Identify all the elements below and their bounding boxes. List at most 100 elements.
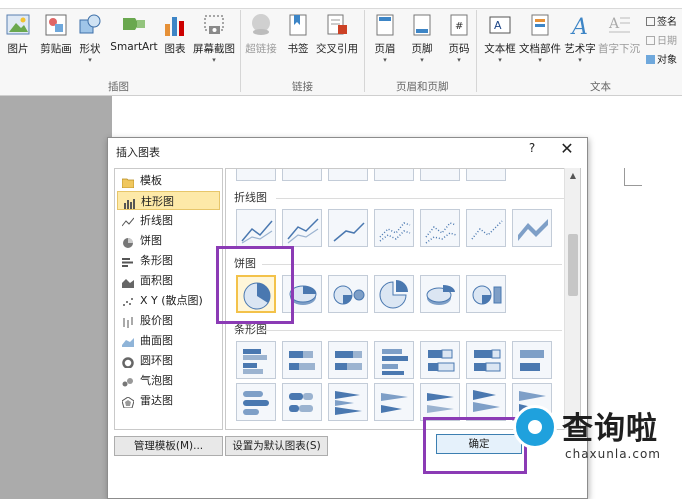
bar-3d-subtype-thumb[interactable] xyxy=(374,341,414,379)
cross-reference-button[interactable]: 交叉引用 xyxy=(315,12,359,70)
page-number-button[interactable]: # 页码 ▾ xyxy=(437,12,481,70)
ribbon-tab-strip xyxy=(0,0,682,9)
category-column[interactable]: 柱形图 xyxy=(117,191,220,210)
category-line[interactable]: 折线图 xyxy=(117,211,220,230)
scrollbar-thumb[interactable] xyxy=(568,234,578,296)
bookmark-icon xyxy=(285,12,311,38)
screenshot-icon xyxy=(201,12,227,38)
quick-parts-icon xyxy=(527,12,553,38)
pie-of-pie-subtype-thumb[interactable] xyxy=(328,275,368,313)
page-number-icon: # xyxy=(446,12,472,38)
set-as-default-chart-button[interactable]: 设置为默认图表(S) xyxy=(225,436,328,456)
bar-chart-icon xyxy=(122,255,134,267)
scroll-up-arrow-icon[interactable]: ▲ xyxy=(565,168,581,184)
line-3d-subtype-thumb[interactable] xyxy=(512,209,552,247)
hyperlink-icon xyxy=(248,12,274,38)
quick-parts-button[interactable]: 文档部件 ▾ xyxy=(518,12,562,70)
category-scatter[interactable]: X Y (散点图) xyxy=(117,291,220,310)
category-label: 股价图 xyxy=(140,314,173,327)
watermark-text: 查询啦 xyxy=(562,411,658,447)
category-pie[interactable]: 饼图 xyxy=(117,231,220,250)
screenshot-dropdown-arrow-icon: ▾ xyxy=(212,56,216,64)
category-radar[interactable]: 雷达图 xyxy=(117,391,220,410)
chart-button-label: 图表 xyxy=(164,43,186,55)
manage-templates-button[interactable]: 管理模板(M)... xyxy=(114,436,223,456)
bar-of-pie-subtype-thumb[interactable] xyxy=(466,275,506,313)
column-subtype-thumb[interactable] xyxy=(374,169,414,181)
exploded-pie-subtype-thumb[interactable] xyxy=(374,275,414,313)
category-templates[interactable]: 模板 xyxy=(117,171,220,190)
bar-3d-subtype-thumb[interactable] xyxy=(420,341,460,379)
line-subtype-thumb[interactable] xyxy=(374,209,414,247)
picture-icon xyxy=(5,12,31,38)
footer-icon xyxy=(409,12,435,38)
category-stock[interactable]: 股价图 xyxy=(117,311,220,330)
signature-label: 签名 xyxy=(657,17,677,28)
bar-3d-subtype-thumb[interactable] xyxy=(512,341,552,379)
smartart-button-label: SmartArt xyxy=(110,41,158,53)
category-bubble[interactable]: 气泡图 xyxy=(117,371,220,390)
column-subtype-thumb[interactable] xyxy=(420,169,460,181)
dropcap-button: A 首字下沉 xyxy=(597,12,641,70)
bar-subtype-thumb[interactable] xyxy=(328,341,368,379)
column-subtype-thumb[interactable] xyxy=(466,169,506,181)
section-divider xyxy=(276,198,576,199)
category-label: X Y (散点图) xyxy=(140,294,203,307)
object-button[interactable]: 对象 xyxy=(646,51,677,66)
bar-subtype-thumb[interactable] xyxy=(236,341,276,379)
textbox-button[interactable]: A 文本框 ▾ xyxy=(478,12,522,70)
bar-3d-subtype-thumb[interactable] xyxy=(466,341,506,379)
section-divider xyxy=(262,330,562,331)
gallery-scrollbar[interactable]: ▲ ▼ xyxy=(564,168,580,430)
bar-subtype-thumb[interactable] xyxy=(282,341,322,379)
exploded-pie-3d-subtype-thumb[interactable] xyxy=(420,275,460,313)
column-subtype-thumb[interactable] xyxy=(328,169,368,181)
page-number-button-label: 页码 xyxy=(448,43,470,55)
svg-text:A: A xyxy=(570,15,588,38)
quick-parts-dropdown-arrow-icon: ▾ xyxy=(538,56,542,64)
wordart-button-label: 艺术字 xyxy=(564,43,596,55)
shapes-button-label: 形状 xyxy=(79,43,101,55)
category-bar[interactable]: 条形图 xyxy=(117,251,220,270)
column-subtype-thumb[interactable] xyxy=(236,169,276,181)
wordart-button[interactable]: A 艺术字 ▾ xyxy=(558,12,602,70)
section-divider xyxy=(262,264,562,265)
line-subtype-thumb[interactable] xyxy=(236,209,276,247)
help-button[interactable]: ? xyxy=(525,141,539,159)
category-surface[interactable]: 曲面图 xyxy=(117,331,220,350)
column-subtype-thumb[interactable] xyxy=(282,169,322,181)
screenshot-button[interactable]: 屏幕截图 ▾ xyxy=(192,12,236,70)
bookmark-button[interactable]: 书签 xyxy=(276,12,320,70)
screenshot-button-label: 屏幕截图 xyxy=(193,43,235,55)
date-time-button: 日期 xyxy=(646,32,677,47)
scatter-chart-icon xyxy=(122,295,134,306)
chart-button[interactable]: 图表 xyxy=(153,12,197,70)
chart-category-list: 模板 柱形图 折线图 饼图 条形图 面积图 X Y (散点图) 股价图 曲面图 … xyxy=(114,168,223,430)
signature-line-button[interactable]: 签名 xyxy=(646,13,677,28)
cone-bar-subtype-thumb[interactable] xyxy=(420,383,460,421)
textbox-icon: A xyxy=(487,12,513,38)
category-label: 折线图 xyxy=(140,214,173,227)
line-subtype-thumb[interactable] xyxy=(466,209,506,247)
cone-bar-subtype-thumb[interactable] xyxy=(328,383,368,421)
category-label: 模板 xyxy=(140,174,162,187)
cross-reference-icon xyxy=(324,12,350,38)
textbox-dropdown-arrow-icon: ▾ xyxy=(498,56,502,64)
category-area[interactable]: 面积图 xyxy=(117,271,220,290)
dropcap-button-label: 首字下沉 xyxy=(598,43,640,55)
close-button[interactable]: ✕ xyxy=(556,139,578,159)
cone-bar-subtype-thumb[interactable] xyxy=(374,383,414,421)
header-footer-group-label: 页眉和页脚 xyxy=(396,81,449,93)
smartart-button[interactable]: SmartArt xyxy=(110,12,158,70)
line-subtype-thumb[interactable] xyxy=(328,209,368,247)
dropcap-icon: A xyxy=(606,12,632,38)
category-doughnut[interactable]: 圆环图 xyxy=(117,351,220,370)
line-subtype-thumb[interactable] xyxy=(282,209,322,247)
object-label: 对象 xyxy=(657,55,677,66)
pyramid-bar-subtype-thumb[interactable] xyxy=(466,383,506,421)
line-subtype-thumb[interactable] xyxy=(420,209,460,247)
shapes-button[interactable]: 形状 ▾ xyxy=(68,12,112,70)
shapes-dropdown-arrow-icon: ▾ xyxy=(88,56,92,64)
cylinder-bar-subtype-thumb[interactable] xyxy=(236,383,276,421)
cylinder-bar-subtype-thumb[interactable] xyxy=(282,383,322,421)
